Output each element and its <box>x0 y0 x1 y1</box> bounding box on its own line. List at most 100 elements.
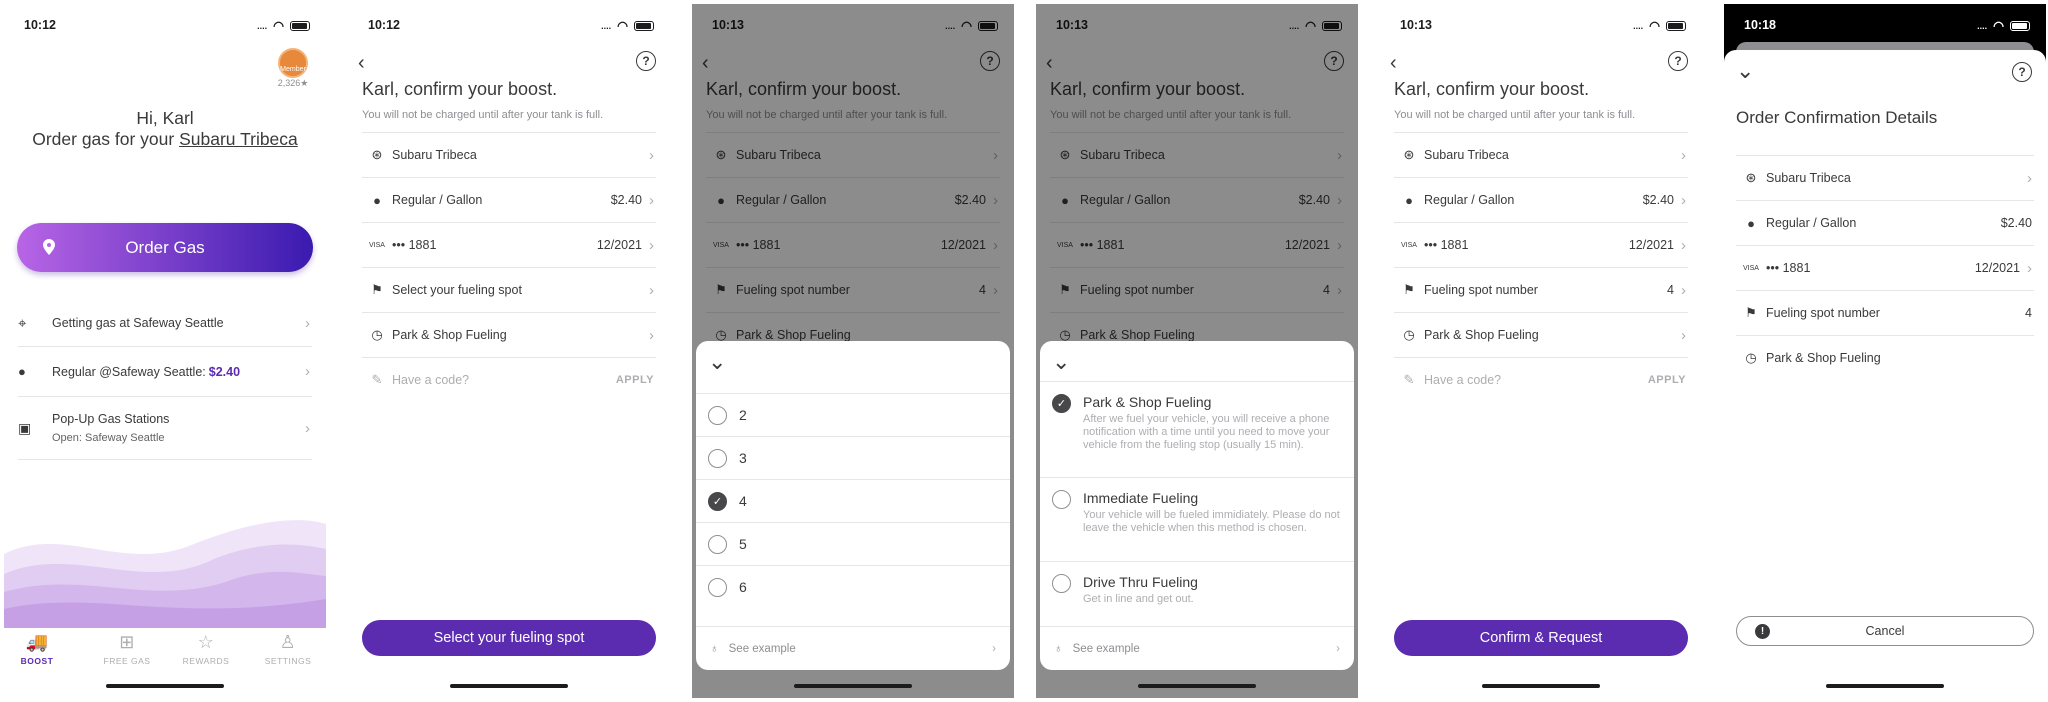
list-item-location[interactable]: ⌖ Getting gas at Safeway Seattle › <box>18 300 312 347</box>
signal-icon: .... <box>601 20 612 31</box>
method-option[interactable]: Immediate Fueling Your vehicle will be fu… <box>1040 477 1354 561</box>
car-link[interactable]: Subaru Tribeca <box>179 129 298 149</box>
row-car[interactable]: ⊛ Subaru Tribeca › <box>362 132 656 177</box>
row-spot[interactable]: ⚑ Select your fueling spot › <box>362 267 656 312</box>
list-item-price[interactable]: ● Regular @Safeway Seattle: $2.40 › <box>18 347 312 397</box>
status-icons: .... ◠ <box>1633 18 1686 33</box>
method-option-title: Drive Thru Fueling <box>1083 574 1198 590</box>
method-sheet-screen: 10:13 .... ◠ ‹ ? Karl, confirm your boost… <box>1036 4 1358 698</box>
row-car[interactable]: ⊛ Subaru Tribeca › <box>1394 132 1688 177</box>
confirm-request-button[interactable]: Confirm & Request <box>1394 620 1688 656</box>
row-code[interactable]: ✎ Have a code? APPLY <box>1394 357 1688 402</box>
tab-settings[interactable]: ♙ SETTINGS <box>253 632 323 666</box>
chevron-right-icon: › <box>649 146 654 164</box>
row-payment[interactable]: VISA ••• 1881 12/2021 › <box>362 222 656 267</box>
list-item-popup[interactable]: ▣ Pop-Up Gas Stations Open: Safeway Seatt… <box>18 397 312 460</box>
row-code[interactable]: ✎ Have a code? APPLY <box>362 357 656 402</box>
tab-boost[interactable]: 🚚 BOOST <box>4 632 72 666</box>
fuel-price: $2.40 <box>2000 216 2032 230</box>
card-number: ••• 1881 <box>392 238 437 252</box>
tab-free-gas[interactable]: ⊞ FREE GAS <box>92 632 162 666</box>
status-bar: 10:12 .... ◠ <box>348 4 670 48</box>
radio-icon <box>708 448 727 468</box>
badge-label: Member <box>280 66 306 73</box>
chevron-down-icon[interactable]: ⌄ <box>1736 58 1754 84</box>
home-indicator <box>1138 684 1256 688</box>
apply-button[interactable]: APPLY <box>616 374 654 386</box>
pencil-icon: ✎ <box>371 372 383 387</box>
row-spot[interactable]: ⚑ Fueling spot number 4 › <box>1394 267 1688 312</box>
spot-option[interactable]: 2 <box>696 393 1010 436</box>
popup-sub: Open: Safeway Seattle <box>52 432 165 444</box>
spot-option-selected[interactable]: ✓ 4 <box>696 479 1010 522</box>
help-icon[interactable]: ? <box>2012 62 2032 82</box>
row-payment[interactable]: VISA ••• 1881 12/2021 › <box>1736 245 2034 290</box>
row-fuel[interactable]: ● Regular / Gallon $2.40 › <box>1394 177 1688 222</box>
row-method[interactable]: ◷ Park & Shop Fueling › <box>1394 312 1688 357</box>
page-subtitle: You will not be charged until after your… <box>1394 109 1636 121</box>
spot-option[interactable]: 6 <box>696 565 1010 608</box>
status-icons: .... ◠ <box>1977 18 2030 33</box>
spot-option-label: 4 <box>739 493 747 509</box>
fuel-label: Regular / Gallon <box>392 193 483 207</box>
status-bar: 10:13 .... ◠ <box>1380 4 1702 48</box>
method-option[interactable]: Drive Thru Fueling Get in line and get ou… <box>1040 561 1354 613</box>
spot-label: Select your fueling spot <box>392 283 522 297</box>
details-card: ⌄ ? Order Confirmation Details ⊛ Subaru T… <box>1724 50 2046 698</box>
decorative-waves <box>4 520 326 628</box>
method-picker-sheet: ⌄ ✓ Park & Shop Fueling After we fuel you… <box>1040 341 1354 670</box>
fuel-label: Regular / Gallon <box>1766 216 1857 230</box>
lightbulb-icon: ♁ <box>710 642 719 655</box>
battery-icon <box>290 20 310 31</box>
code-input[interactable]: Have a code? <box>1424 373 1648 387</box>
row-fuel[interactable]: ● Regular / Gallon $2.40 › <box>362 177 656 222</box>
method-option-text: Park & Shop Fueling After we fuel your ve… <box>1083 394 1354 452</box>
code-input[interactable]: Have a code? <box>392 373 616 387</box>
chevron-right-icon: › <box>649 236 654 254</box>
row-method[interactable]: ◷ Park & Shop Fueling › <box>362 312 656 357</box>
tab-rewards[interactable]: ☆ REWARDS <box>171 632 241 666</box>
cancel-button[interactable]: ! Cancel <box>1736 616 2034 646</box>
steering-wheel-icon: ⊛ <box>1403 147 1415 162</box>
spot-option[interactable]: 5 <box>696 522 1010 565</box>
car-label: Subaru Tribeca <box>1424 148 1509 162</box>
location-icon: ⌖ <box>18 314 27 332</box>
method-option-text: Drive Thru Fueling Get in line and get ou… <box>1083 574 1212 606</box>
back-icon[interactable]: ‹ <box>1390 52 1397 75</box>
spot-option-label: 6 <box>739 579 747 595</box>
battery-icon <box>634 20 654 31</box>
back-icon[interactable]: ‹ <box>358 52 365 75</box>
row-car[interactable]: ⊛ Subaru Tribeca › <box>1736 155 2034 200</box>
apply-button[interactable]: APPLY <box>1648 374 1686 386</box>
status-time: 10:13 <box>1400 18 1432 32</box>
see-example-link[interactable]: ♁ See example › <box>696 626 1010 670</box>
pin-icon <box>43 239 55 255</box>
fuel-spot-icon: ⚑ <box>1745 305 1757 320</box>
order-gas-button[interactable]: Order Gas <box>17 223 313 272</box>
spot-picker-sheet: ⌄ 2 3 ✓ 4 5 6 ♁ See example › <box>696 341 1010 670</box>
greeting-name: Hi, Karl <box>136 108 194 128</box>
card-expiry: 12/2021 <box>1974 261 2020 275</box>
drop-icon: ● <box>373 192 381 208</box>
method-label: Park & Shop Fueling <box>392 328 507 342</box>
battery-icon <box>2010 20 2030 31</box>
chevron-down-icon[interactable]: ⌄ <box>708 349 726 375</box>
member-badge[interactable]: Member 2,326★ <box>274 48 312 89</box>
see-example-link[interactable]: ♁ See example › <box>1040 626 1354 670</box>
method-option-selected[interactable]: ✓ Park & Shop Fueling After we fuel your … <box>1040 381 1354 477</box>
popup-text: Pop-Up Gas Stations Open: Safeway Seattle <box>52 412 169 444</box>
status-time: 10:18 <box>1744 18 1776 32</box>
radio-icon <box>1052 490 1071 509</box>
chevron-right-icon: › <box>649 191 654 209</box>
row-payment[interactable]: VISA ••• 1881 12/2021 › <box>1394 222 1688 267</box>
chevron-down-icon[interactable]: ⌄ <box>1052 349 1070 375</box>
tab-settings-label: SETTINGS <box>264 656 312 666</box>
help-icon[interactable]: ? <box>1668 51 1688 71</box>
card-expiry: 12/2021 <box>596 238 642 252</box>
spot-option[interactable]: 3 <box>696 436 1010 479</box>
fuel-spot-icon: ⚑ <box>1403 282 1415 297</box>
fuel-price: $2.40 <box>610 193 642 207</box>
home-screen: 10:12 .... ◠ Member 2,326★ Hi, Karl Order… <box>4 4 326 698</box>
help-icon[interactable]: ? <box>636 51 656 71</box>
select-spot-button[interactable]: Select your fueling spot <box>362 620 656 656</box>
